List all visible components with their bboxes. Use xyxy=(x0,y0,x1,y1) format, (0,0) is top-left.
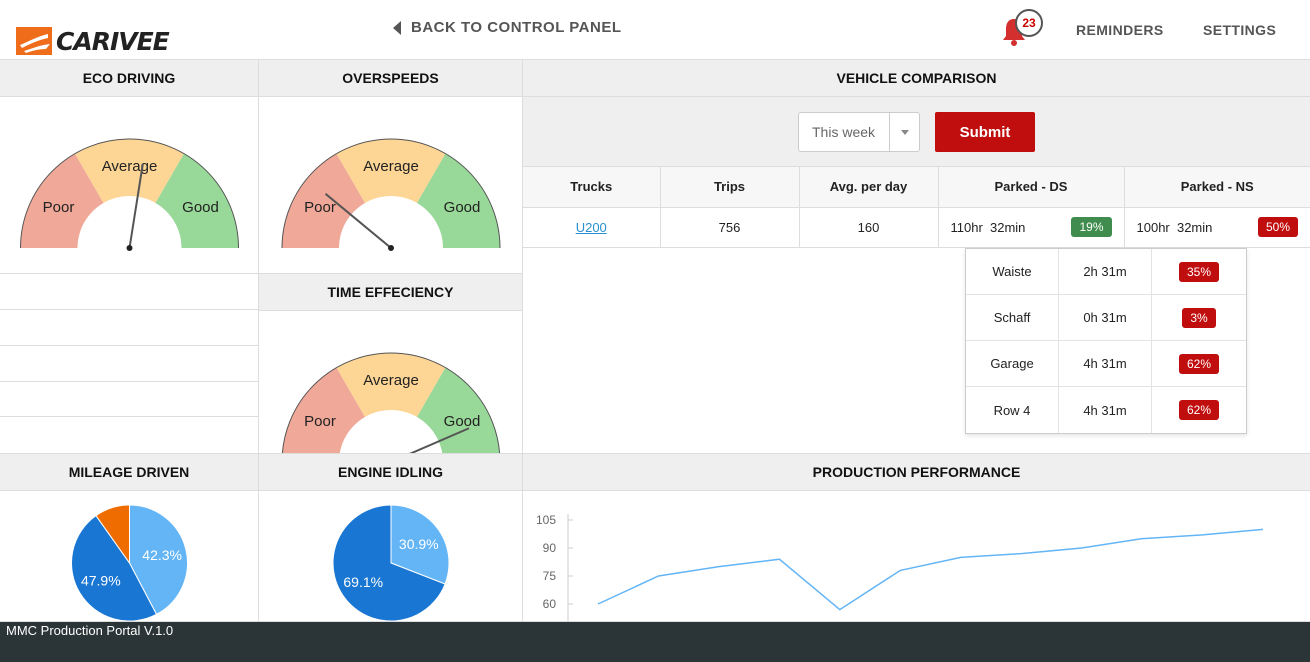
time-efficiency-gauge: Poor Average Good xyxy=(281,352,501,453)
time-efficiency-title: TIME EFFECIENCY xyxy=(259,274,522,311)
list-item[interactable]: Row 4 4h 31m 62% xyxy=(966,387,1246,433)
avg-per-day-cell: 160 xyxy=(799,207,939,248)
vehicle-comparison-title: VEHICLE COMPARISON xyxy=(523,60,1310,97)
engine-idling-pie-chart: 30.9% 69.1% xyxy=(332,504,450,621)
gauge-needle-pivot xyxy=(126,245,133,251)
column-header[interactable]: Parked - NS xyxy=(1124,167,1310,208)
list-item[interactable]: Garage 4h 31m 62% xyxy=(966,341,1246,387)
mileage-driven-pie-chart: 42.3% 47.9% xyxy=(71,504,188,621)
period-select[interactable]: This week xyxy=(798,112,920,152)
settings-link[interactable]: SETTINGS xyxy=(1203,22,1276,38)
logo-icon xyxy=(16,27,52,55)
vehicle-comparison-controls: This week Submit xyxy=(523,97,1310,167)
gauge-label-poor: Poor xyxy=(304,413,336,430)
location-name: Garage xyxy=(966,341,1059,386)
eco-driving-panel: ECO DRIVING Poor Average Good xyxy=(0,60,259,454)
parked-ns-time: 100hr 32min xyxy=(1136,219,1213,235)
parked-ns-breakdown-popup: Waiste 2h 31m 35% Schaff 0h 31m 3% Garag… xyxy=(965,248,1247,434)
table-row: U200 756 160 110hr 32min 19% 100hr 32min… xyxy=(523,207,1310,248)
eco-driving-gauge: Poor Average Good xyxy=(20,138,239,251)
divider xyxy=(0,309,258,310)
eco-driving-title: ECO DRIVING xyxy=(0,60,258,97)
divider xyxy=(0,416,258,417)
location-pct-badge: 62% xyxy=(1178,400,1220,420)
parked-ds-cell: 110hr 32min 19% xyxy=(938,207,1125,248)
vehicle-comparison-table: Trucks Trips Avg. per day Parked - DS Pa… xyxy=(523,167,1310,248)
production-performance-line-chart: 105 90 75 60 xyxy=(536,513,1264,621)
production-performance-panel: PRODUCTION PERFORMANCE 105 90 75 60 xyxy=(523,454,1310,622)
parked-ds-time: 110hr 32min xyxy=(950,219,1026,235)
parked-ns-cell[interactable]: 100hr 32min 50% xyxy=(1124,207,1310,248)
parked-ds-badge: 19% xyxy=(1071,217,1112,237)
brand-name: CARIVEE xyxy=(56,26,170,56)
parked-ns-badge: 50% xyxy=(1257,217,1298,237)
chevron-down-icon xyxy=(889,113,919,151)
gauge-label-poor: Poor xyxy=(304,199,336,216)
location-time: 2h 31m xyxy=(1059,249,1152,294)
location-name: Schaff xyxy=(966,295,1059,340)
location-time: 4h 31m xyxy=(1059,341,1152,386)
location-pct-badge: 35% xyxy=(1178,261,1220,282)
divider xyxy=(0,381,258,382)
overspeeds-panel: OVERSPEEDS Poor Average Good xyxy=(259,60,523,274)
divider xyxy=(0,273,258,274)
location-pct-badge: 3% xyxy=(1182,307,1216,328)
pie-slice-label: 30.9% xyxy=(399,536,439,552)
location-pct-cell: 62% xyxy=(1152,387,1246,433)
gauge-needle-pivot xyxy=(388,245,394,251)
production-performance-title: PRODUCTION PERFORMANCE xyxy=(523,454,1310,491)
location-name: Waiste xyxy=(966,249,1059,294)
gauge-label-poor: Poor xyxy=(43,199,75,216)
gauge-label-good: Good xyxy=(444,199,481,216)
period-select-value: This week xyxy=(812,124,876,140)
gauge-label-average: Average xyxy=(363,372,419,389)
location-time: 4h 31m xyxy=(1059,387,1152,433)
location-name: Row 4 xyxy=(966,387,1059,433)
column-header[interactable]: Trips xyxy=(660,167,800,208)
back-label: BACK TO CONTROL PANEL xyxy=(411,19,622,36)
location-pct-cell: 62% xyxy=(1152,341,1246,386)
mileage-driven-panel: MILEAGE DRIVEN 42.3% 47.9% xyxy=(0,454,259,622)
pie-slice-label: 69.1% xyxy=(343,574,383,590)
y-tick-label: 75 xyxy=(543,569,557,583)
column-header[interactable]: Trucks xyxy=(523,167,661,208)
trips-cell: 756 xyxy=(660,207,800,248)
mileage-driven-title: MILEAGE DRIVEN xyxy=(0,454,258,491)
y-tick-label: 105 xyxy=(536,513,556,527)
gauge-label-average: Average xyxy=(363,158,419,175)
submit-button[interactable]: Submit xyxy=(935,112,1035,152)
footer: MMC Production Portal V.1.0 xyxy=(0,622,1310,662)
notifications-button[interactable]: 23 xyxy=(1001,9,1045,46)
location-pct-cell: 35% xyxy=(1152,249,1246,294)
time-efficiency-panel: TIME EFFECIENCY Poor Average Good xyxy=(259,274,523,454)
logo[interactable]: CARIVEE xyxy=(16,26,170,56)
location-time: 0h 31m xyxy=(1059,295,1152,340)
overspeeds-title: OVERSPEEDS xyxy=(259,60,522,97)
location-pct-cell: 3% xyxy=(1152,295,1246,340)
divider xyxy=(0,345,258,346)
gauge-label-good: Good xyxy=(444,413,481,430)
gauge-label-average: Average xyxy=(102,158,158,175)
reminders-link[interactable]: REMINDERS xyxy=(1076,22,1164,38)
pie-slice-label: 42.3% xyxy=(142,547,182,563)
production-series-line xyxy=(597,528,1264,611)
column-header[interactable]: Parked - DS xyxy=(938,167,1125,208)
back-arrow-icon xyxy=(393,20,401,35)
list-item[interactable]: Waiste 2h 31m 35% xyxy=(966,249,1246,295)
notification-count-badge: 23 xyxy=(1015,9,1043,37)
engine-idling-panel: ENGINE IDLING 30.9% 69.1% xyxy=(259,454,523,622)
overspeeds-gauge: Poor Average Good xyxy=(281,138,501,251)
y-tick-label: 90 xyxy=(543,541,557,555)
y-tick-label: 60 xyxy=(543,597,557,611)
back-to-control-panel-link[interactable]: BACK TO CONTROL PANEL xyxy=(393,19,622,36)
location-pct-badge: 62% xyxy=(1178,353,1220,374)
truck-link[interactable]: U200 xyxy=(576,220,607,235)
pie-slice-label: 47.9% xyxy=(81,573,121,589)
footer-text: MMC Production Portal V.1.0 xyxy=(6,623,174,638)
gauge-label-good: Good xyxy=(182,199,219,216)
list-item[interactable]: Schaff 0h 31m 3% xyxy=(966,295,1246,341)
column-header[interactable]: Avg. per day xyxy=(799,167,939,208)
engine-idling-title: ENGINE IDLING xyxy=(259,454,522,491)
top-header: CARIVEE BACK TO CONTROL PANEL 23 REMINDE… xyxy=(0,0,1310,60)
